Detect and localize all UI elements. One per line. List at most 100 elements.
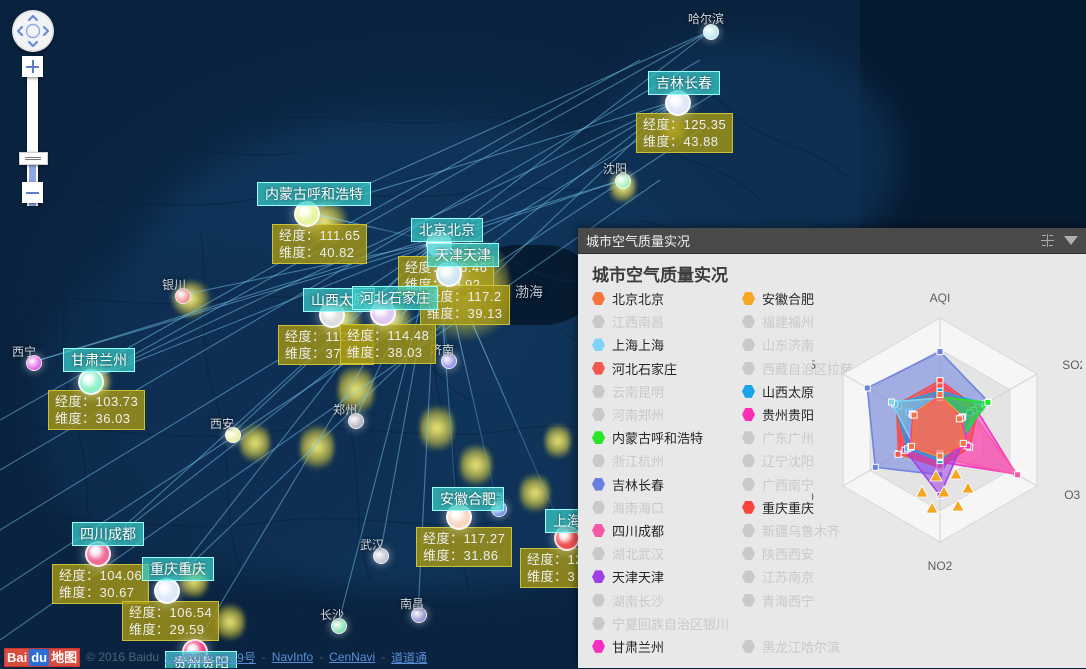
legend-hex-icon <box>742 338 755 351</box>
legend-label: 湖北武汉 <box>612 544 664 563</box>
sea-label: 渤海 <box>515 282 543 302</box>
pan-control[interactable] <box>12 10 54 52</box>
city-name-label[interactable]: 安徽合肥 <box>432 487 504 511</box>
city-marker-core <box>670 95 682 107</box>
legend-label: 江苏南京 <box>762 567 814 586</box>
city-marker[interactable] <box>78 369 104 395</box>
longitude-value: 经度：106.54 <box>129 604 212 621</box>
legend-label: 天津天津 <box>612 567 664 586</box>
zoom-in-button[interactable] <box>22 56 43 77</box>
legend-hex-icon <box>742 547 755 560</box>
legend-label: 福建福州 <box>762 312 814 331</box>
legend-item[interactable]: 云南昆明 <box>592 380 742 403</box>
copyright-text: © 2016 Baidu <box>86 650 159 664</box>
legend-hex-icon <box>742 385 755 398</box>
legend-hex-icon <box>742 501 755 514</box>
legend-item[interactable]: 内蒙古呼和浩特 <box>592 426 742 449</box>
legend-label: 山东济南 <box>762 335 814 354</box>
legend-hex-icon <box>742 408 755 421</box>
legend-label: 河北石家庄 <box>612 359 677 378</box>
sep: - <box>262 650 266 664</box>
minor-city-label: 长沙 <box>320 606 344 623</box>
legend-label: 海南海口 <box>612 498 664 517</box>
legend-item[interactable]: 吉林长春 <box>592 473 742 496</box>
panel-title: 城市空气质量实况 <box>586 231 1041 250</box>
legend-label: 云南昆明 <box>612 382 664 401</box>
resize-icon[interactable] <box>1041 234 1054 247</box>
chevron-down-icon[interactable] <box>1064 236 1078 245</box>
logo-part-ditu: 地图 <box>49 649 79 666</box>
minor-city-label: 沈阳 <box>603 160 627 177</box>
city-coordinate-label: 经度：117.27维度：31.86 <box>416 527 512 567</box>
legend-item[interactable]: 上海上海 <box>592 333 742 356</box>
legend-label: 四川成都 <box>612 521 664 540</box>
panel-body: 城市空气质量实况 北京北京江西南昌上海上海河北石家庄云南昆明河南郑州内蒙古呼和浩… <box>578 254 1086 669</box>
legend-item[interactable]: 河南郑州 <box>592 403 742 426</box>
longitude-value: 经度：103.73 <box>55 393 138 410</box>
legend-hex-icon <box>592 431 605 444</box>
legend-hex-icon <box>592 617 605 630</box>
city-name-label[interactable]: 北京北京 <box>411 218 483 242</box>
legend-label: 宁夏回族自治区银川 <box>612 614 729 633</box>
legend-hex-icon <box>742 640 755 653</box>
legend-label: 内蒙古呼和浩特 <box>612 428 703 447</box>
legend-hex-icon <box>742 362 755 375</box>
legend-item[interactable]: 浙江杭州 <box>592 449 742 472</box>
legend-label: 浙江杭州 <box>612 451 664 470</box>
minor-city-label: 西安 <box>210 415 234 432</box>
city-coordinate-label: 经度：111.65维度：40.82 <box>272 224 367 264</box>
latitude-value: 维度：30.67 <box>59 584 142 601</box>
legend-item[interactable]: 黑龙江哈尔滨 <box>742 635 892 658</box>
legend-label: 山西太原 <box>762 382 814 401</box>
city-marker-core <box>83 374 95 386</box>
radar-axis-label-NO2: NO2 <box>928 559 953 570</box>
legend-item[interactable]: 青海西宁 <box>742 588 892 611</box>
map-attribution: Baidu地图 © 2016 Baidu GS(2016)2089号 - Nav… <box>0 646 604 668</box>
legend-item[interactable] <box>742 612 892 635</box>
legend-label: 广西南宁 <box>762 475 814 494</box>
air-quality-panel[interactable]: 城市空气质量实况 城市空气质量实况 北京北京江西南昌上海上海河北石家庄云南昆明河… <box>578 228 1086 668</box>
zoom-slider-thumb[interactable] <box>19 152 48 165</box>
radar-axis-label-PM10: PM10 <box>812 490 814 504</box>
zoom-out-button[interactable] <box>22 182 43 203</box>
legend-hex-icon <box>592 338 605 351</box>
radar-axis-label-O3: O3 <box>1064 488 1080 502</box>
legend-label: 甘肃兰州 <box>612 637 664 656</box>
city-name-label[interactable]: 河北石家庄 <box>352 286 438 310</box>
minor-city-label: 银川 <box>162 276 186 293</box>
city-name-label[interactable]: 四川成都 <box>72 522 144 546</box>
link-daodaotong[interactable]: 道道通 <box>391 649 427 666</box>
minor-city-label: 郑州 <box>333 401 357 418</box>
legend-item[interactable]: 海南海口 <box>592 496 742 519</box>
radar-axis-label-SO2: SO2 <box>1062 358 1082 372</box>
legend-hex-icon <box>742 454 755 467</box>
link-cennavi[interactable]: CenNavi <box>329 650 375 664</box>
minor-city-label: 南昌 <box>400 595 424 612</box>
latitude-value: 维度：36.03 <box>55 410 138 427</box>
legend-label: 江西南昌 <box>612 312 664 331</box>
latitude-value: 维度：40.82 <box>279 244 360 261</box>
legend-label: 青海西宁 <box>762 591 814 610</box>
panel-header[interactable]: 城市空气质量实况 <box>578 228 1086 254</box>
legend-hex-icon <box>592 640 605 653</box>
legend-item[interactable]: 湖南长沙 <box>592 588 742 611</box>
legend-item[interactable]: 湖北武汉 <box>592 542 742 565</box>
city-name-label[interactable]: 天津天津 <box>427 243 499 267</box>
city-name-label[interactable]: 吉林长春 <box>648 71 720 95</box>
legend-item[interactable]: 宁夏回族自治区银川 <box>592 612 742 635</box>
legend-item[interactable]: 北京北京 <box>592 287 742 310</box>
latitude-value: 维度：29.59 <box>129 621 212 638</box>
city-name-label[interactable]: 甘肃兰州 <box>63 348 135 372</box>
legend-item[interactable]: 天津天津 <box>592 565 742 588</box>
legend-hex-icon <box>592 362 605 375</box>
legend-item[interactable]: 江西南昌 <box>592 310 742 333</box>
legend-item[interactable]: 甘肃兰州 <box>592 635 742 658</box>
legend-item[interactable]: 四川成都 <box>592 519 742 542</box>
city-name-label[interactable]: 内蒙古呼和浩特 <box>257 182 371 206</box>
city-coordinate-label: 经度：104.06维度：30.67 <box>52 564 149 604</box>
legend-item[interactable]: 河北石家庄 <box>592 357 742 380</box>
city-name-label[interactable]: 重庆重庆 <box>142 557 214 581</box>
city-marker[interactable] <box>154 578 180 604</box>
link-gs-number[interactable]: GS(2016)2089号 <box>165 649 256 666</box>
link-navinfo[interactable]: NavInfo <box>272 650 313 664</box>
